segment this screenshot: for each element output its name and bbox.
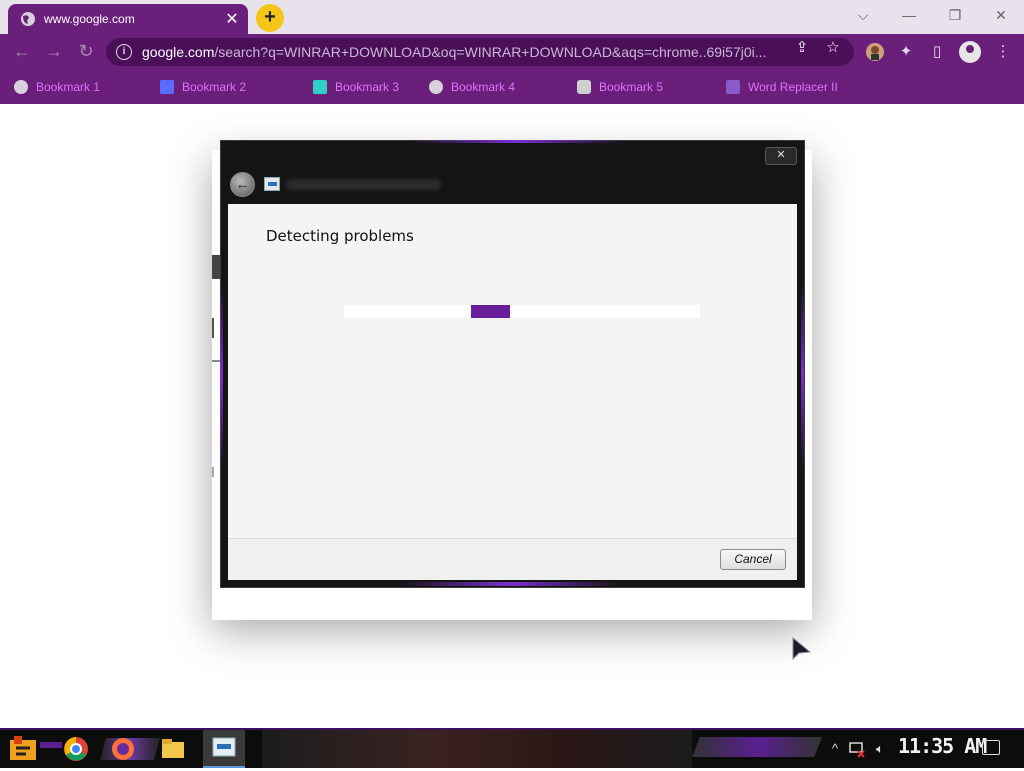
volume-icon[interactable]: 🔈︎ (871, 740, 889, 758)
bookmark-label: Bookmark 4 (451, 80, 516, 94)
troubleshooter-taskbar-button[interactable] (203, 730, 245, 768)
tray-overflow-chevron-icon[interactable]: ^ (826, 740, 844, 758)
bookmark-icon (313, 80, 327, 94)
bookmark-item[interactable]: Bookmark 1 (14, 78, 100, 96)
dialog-glow (410, 140, 625, 143)
browser-toolbar: ← → ↻ i google.com/search?q=WINRAR+DOWNL… (0, 34, 1024, 70)
tab-close-icon[interactable]: ✕ (220, 9, 244, 29)
firefox-taskbar-icon[interactable] (104, 732, 142, 766)
menu-kebab-icon[interactable]: ⋮ (993, 42, 1013, 62)
bookmark-item[interactable]: Bookmark 5 (577, 78, 663, 96)
taskbar-wallpaper-band (262, 730, 692, 768)
chrome-taskbar-icon[interactable] (57, 732, 95, 766)
globe-icon (14, 80, 28, 94)
side-panel-icon[interactable]: ▯ (927, 42, 947, 62)
bookmark-label: Bookmark 1 (36, 80, 101, 94)
tab-google[interactable]: www.google.com ✕ (8, 4, 248, 34)
dialog-glow (220, 280, 223, 470)
address-bar[interactable]: i google.com/search?q=WINRAR+DOWNLOAD&oq… (106, 38, 854, 66)
dialog-close-button[interactable]: ✕ (765, 147, 797, 165)
notification-center-icon[interactable] (982, 740, 1000, 755)
extensions-puzzle-icon[interactable]: ✦ (896, 42, 916, 62)
cancel-button[interactable]: Cancel (720, 549, 786, 570)
site-info-icon[interactable]: i (116, 44, 132, 60)
close-window-button[interactable]: ✕ (978, 4, 1024, 30)
address-url: google.com/search?q=WINRAR+DOWNLOAD&oq=W… (142, 44, 782, 60)
tab-search-icon[interactable]: ⌵ (840, 4, 886, 30)
bookmark-label: Bookmark 5 (599, 80, 664, 94)
progress-bar-fill (470, 305, 510, 318)
bookmark-item[interactable]: Bookmark 2 (160, 78, 246, 96)
back-arrow-icon[interactable]: ← (10, 40, 34, 64)
dialog-back-icon[interactable]: ← (230, 172, 255, 197)
wr-extension-icon (726, 80, 740, 94)
bookmark-icon (577, 80, 591, 94)
dialog-heading: Detecting problems (266, 227, 414, 245)
bookmark-item[interactable]: Bookmark 3 (313, 78, 399, 96)
url-path: /search?q=WINRAR+DOWNLOAD&oq=WINRAR+DOWN… (214, 44, 767, 60)
file-explorer-taskbar-icon[interactable] (154, 732, 192, 766)
dialog-glow (801, 280, 804, 470)
start-button-icon[interactable] (8, 734, 38, 762)
minimize-button[interactable]: — (886, 4, 932, 30)
url-host: google.com (142, 44, 215, 60)
troubleshooter-taskbar-icon (212, 737, 236, 757)
globe-icon (21, 12, 35, 26)
dialog-title-blurred (286, 179, 441, 190)
bookmark-label: Bookmark 2 (182, 80, 247, 94)
dialog-body (228, 204, 797, 538)
globe-icon (429, 80, 443, 94)
dialog-glow (400, 582, 620, 586)
profile-avatar-icon[interactable] (959, 41, 981, 63)
bookmark-star-icon[interactable]: ☆ (824, 40, 842, 58)
progress-bar (344, 305, 700, 318)
bookmark-label: Bookmark 3 (335, 80, 400, 94)
network-disconnected-icon[interactable] (848, 740, 866, 758)
reload-icon[interactable]: ↻ (74, 40, 98, 64)
forward-arrow-icon[interactable]: → (42, 40, 66, 64)
dialog-footer (228, 538, 797, 580)
new-tab-button[interactable]: + (256, 4, 284, 32)
taskbar-clock[interactable]: 11:35 AM (898, 734, 987, 758)
tab-title: www.google.com (44, 12, 135, 26)
bookmark-item[interactable]: Bookmark 4 (429, 78, 515, 96)
extension-avatar-icon[interactable] (865, 42, 885, 62)
bookmarks-bar: Bookmark 1 Bookmark 2 Bookmark 3 Bookmar… (0, 70, 1024, 104)
mouse-cursor-icon (792, 637, 812, 661)
troubleshooter-app-icon (264, 177, 280, 191)
bookmark-label: Word Replacer II (748, 80, 838, 94)
restore-button[interactable]: ❐ (932, 4, 978, 30)
bookmark-icon (160, 80, 174, 94)
taskbar-deco (692, 737, 822, 757)
share-icon[interactable]: ⇪ (793, 40, 811, 58)
bookmark-item[interactable]: Word Replacer II (726, 78, 838, 96)
